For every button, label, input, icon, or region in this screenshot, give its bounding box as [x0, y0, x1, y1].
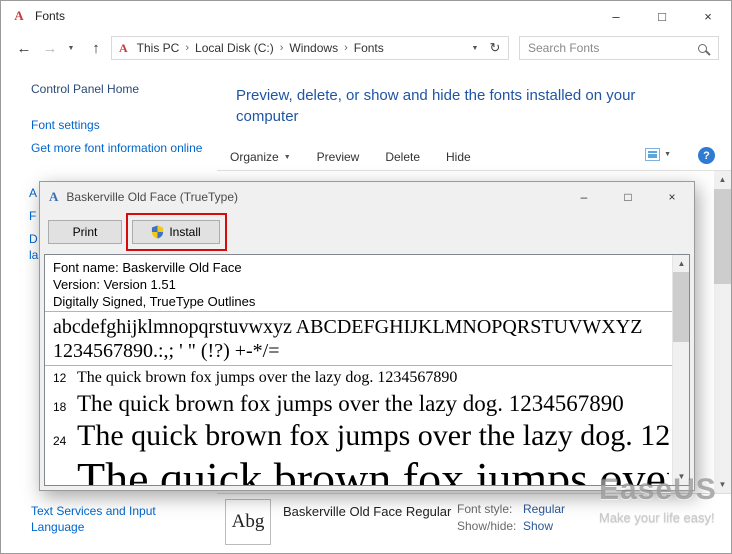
change-view-button[interactable]: ▼	[645, 148, 671, 161]
close-button[interactable]: ×	[685, 1, 731, 31]
up-button[interactable]: ↑	[83, 35, 109, 61]
scroll-down-icon[interactable]: ▼	[714, 476, 731, 493]
help-button[interactable]: ?	[698, 147, 715, 164]
dialog-minimize-button[interactable]: –	[562, 182, 606, 211]
sidebar-item-fragment[interactable]: D	[29, 231, 38, 247]
chevron-down-icon: ▼	[284, 154, 291, 161]
search-icon[interactable]	[698, 44, 707, 53]
fonts-app-icon: A	[11, 8, 27, 24]
sample-size-label: 18	[53, 400, 77, 414]
history-dropdown-icon[interactable]: ▼	[63, 35, 79, 61]
minimize-button[interactable]: –	[593, 1, 639, 31]
show-hide-value: Show	[523, 519, 553, 533]
sample-text: The quick brown fox jumps over the lazy …	[77, 391, 624, 417]
title-bar: A Fonts – □ ×	[1, 1, 731, 31]
page-title: Preview, delete, or show and hide the fo…	[236, 85, 668, 127]
truetype-font-icon: A	[49, 189, 58, 205]
font-version-line: Version: Version 1.51	[53, 276, 665, 293]
uac-shield-icon	[151, 225, 164, 239]
scrollbar-thumb[interactable]	[714, 189, 731, 284]
preview-button[interactable]: Preview	[304, 150, 373, 164]
scroll-down-icon[interactable]: ▼	[673, 468, 690, 485]
alphabet-line-1: abcdefghijklmnopqrstuvwxyz ABCDEFGHIJKLM…	[53, 315, 665, 339]
maximize-button[interactable]: □	[639, 1, 685, 31]
detail-pane: Abg Baskerville Old Face Regular Font st…	[217, 493, 731, 553]
sample-row-36pt: 36 The quick brown fox jumps over	[53, 452, 669, 486]
font-name-line: Font name: Baskerville Old Face	[53, 259, 665, 276]
back-button[interactable]: ←	[11, 35, 37, 61]
list-view-icon	[645, 148, 660, 161]
dialog-maximize-button[interactable]: □	[606, 182, 650, 211]
show-hide-label: Show/hide:	[457, 519, 516, 533]
organize-button[interactable]: Organize ▼	[217, 150, 304, 164]
fonts-window: A Fonts – □ × ← → ▼ ↑ A This PC › Local …	[0, 0, 732, 554]
address-dropdown-icon[interactable]: ▼	[466, 45, 484, 52]
hide-button[interactable]: Hide	[433, 150, 484, 164]
window-controls: – □ ×	[593, 1, 731, 31]
sample-text: The quick brown fox jumps over	[77, 452, 669, 486]
sample-row-24pt: 24 The quick brown fox jumps over the la…	[53, 419, 669, 453]
font-info: Font name: Baskerville Old Face Version:…	[53, 259, 665, 310]
sidebar-item-font-settings[interactable]: Font settings	[31, 117, 100, 133]
scrollbar-thumb[interactable]	[673, 272, 689, 342]
font-preview-thumbnail: Abg	[225, 499, 271, 545]
scroll-up-icon[interactable]: ▲	[673, 255, 690, 272]
sample-row-18pt: 18 The quick brown fox jumps over the la…	[53, 391, 669, 417]
toolbar-divider	[217, 170, 731, 171]
sidebar-item-control-panel-home[interactable]: Control Panel Home	[31, 81, 139, 97]
font-style-value: Regular	[523, 502, 565, 516]
fonts-folder-icon: A	[119, 41, 128, 56]
sample-size-label: 24	[53, 434, 77, 448]
font-signature-line: Digitally Signed, TrueType Outlines	[53, 293, 665, 310]
preview-scrollbar[interactable]: ▲ ▼	[672, 255, 689, 485]
sample-size-label: 36	[53, 483, 77, 486]
sidebar-item-fragment[interactable]: F	[29, 208, 36, 224]
breadcrumb-windows[interactable]: Windows	[284, 41, 343, 55]
install-button[interactable]: Install	[132, 220, 220, 244]
navigation-bar: ← → ▼ ↑ A This PC › Local Disk (C:) › Wi…	[1, 31, 731, 65]
sample-text: The quick brown fox jumps over the lazy …	[77, 369, 457, 387]
dialog-close-button[interactable]: ×	[650, 182, 694, 211]
selected-font-name: Baskerville Old Face Regular	[283, 504, 451, 519]
sample-text: The quick brown fox jumps over the lazy …	[77, 419, 669, 453]
breadcrumb-this-pc[interactable]: This PC	[132, 41, 185, 55]
main-scrollbar[interactable]: ▲ ▼	[714, 171, 731, 493]
sidebar-item-fragment[interactable]: A	[29, 185, 37, 201]
refresh-icon[interactable]: ↻	[484, 40, 506, 56]
breadcrumb-local-disk[interactable]: Local Disk (C:)	[190, 41, 279, 55]
search-box[interactable]	[519, 36, 719, 60]
alphabet-sample: abcdefghijklmnopqrstuvwxyz ABCDEFGHIJKLM…	[53, 315, 665, 363]
divider	[45, 365, 672, 366]
address-bar[interactable]: A This PC › Local Disk (C:) › Windows › …	[111, 36, 509, 60]
forward-button[interactable]: →	[37, 35, 63, 61]
sidebar-item-text-services[interactable]: Text Services and Input Language	[31, 503, 191, 535]
dialog-title-bar: A Baskerville Old Face (TrueType) – □ ×	[40, 182, 694, 212]
breadcrumb-fonts[interactable]: Fonts	[349, 41, 389, 55]
scroll-up-icon[interactable]: ▲	[714, 171, 731, 188]
install-button-label: Install	[169, 225, 200, 239]
dialog-title: Baskerville Old Face (TrueType)	[66, 190, 238, 204]
sidebar-item-fragment[interactable]: la	[29, 247, 38, 263]
command-toolbar: Organize ▼ Preview Delete Hide	[217, 144, 484, 170]
search-input[interactable]	[520, 41, 698, 55]
print-button[interactable]: Print	[48, 220, 122, 244]
alphabet-line-2: 1234567890.:,; ' " (!?) +-*/=	[53, 339, 665, 363]
sidebar-item-get-more-font-info[interactable]: Get more font information online	[31, 140, 203, 156]
sample-row-12pt: 12 The quick brown fox jumps over the la…	[53, 369, 669, 387]
font-preview-area: Font name: Baskerville Old Face Version:…	[44, 254, 690, 486]
dialog-window-controls: – □ ×	[562, 182, 694, 211]
divider	[45, 311, 672, 312]
delete-button[interactable]: Delete	[372, 150, 433, 164]
font-style-label: Font style:	[457, 502, 512, 516]
font-preview-dialog: A Baskerville Old Face (TrueType) – □ × …	[39, 181, 695, 491]
window-title: Fonts	[35, 9, 65, 23]
chevron-down-icon: ▼	[664, 151, 671, 158]
sample-size-label: 12	[53, 371, 77, 385]
